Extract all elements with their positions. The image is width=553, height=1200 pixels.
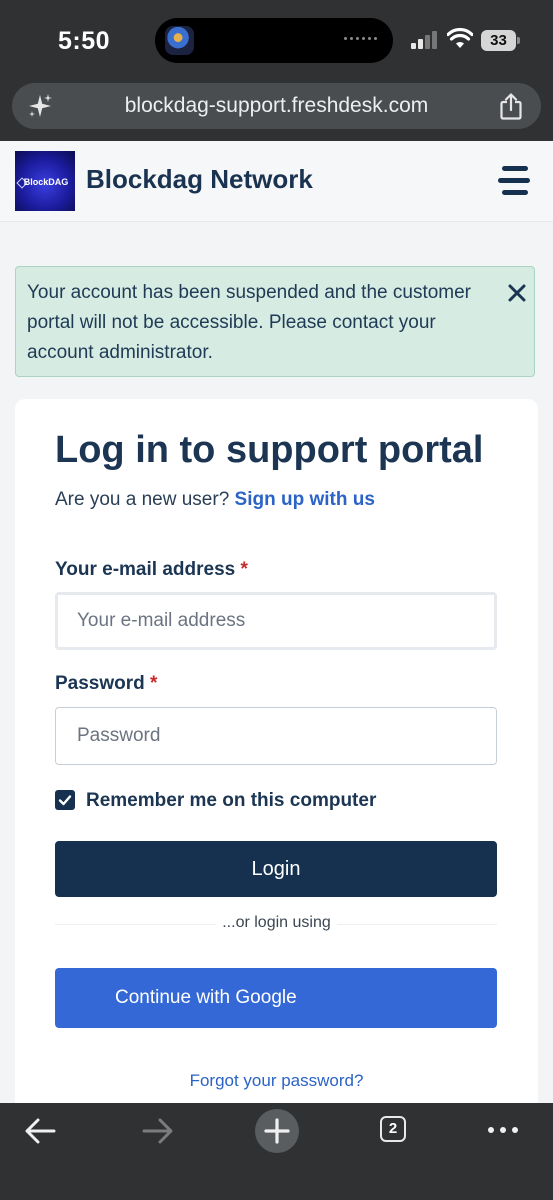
- password-label-text: Password: [55, 673, 145, 694]
- email-label-text: Your e-mail address: [55, 559, 236, 580]
- email-field[interactable]: [55, 592, 497, 650]
- sparkle-icon[interactable]: [27, 93, 53, 119]
- app-activity-icon: [165, 26, 194, 55]
- browser-bottom-toolbar: 2: [0, 1103, 553, 1200]
- battery-indicator: 33: [481, 30, 521, 51]
- new-tab-button[interactable]: [255, 1109, 299, 1153]
- close-icon[interactable]: [508, 284, 526, 302]
- status-time: 5:50: [58, 27, 111, 55]
- required-marker: *: [240, 559, 248, 580]
- forward-arrow-icon[interactable]: [142, 1117, 174, 1145]
- password-field[interactable]: [55, 707, 497, 765]
- login-card: Log in to support portal Are you a new u…: [15, 399, 538, 1119]
- forgot-password-link[interactable]: Forgot your password?: [15, 1071, 538, 1091]
- new-user-prompt: Are you a new user? Sign up with us: [55, 489, 375, 511]
- url-text[interactable]: blockdag-support.freshdesk.com: [72, 83, 481, 129]
- login-button[interactable]: Login: [55, 841, 497, 897]
- continue-with-google-button[interactable]: Continue with Google: [55, 968, 497, 1028]
- hamburger-menu-icon[interactable]: [498, 166, 530, 196]
- cellular-signal-icon: [411, 31, 439, 49]
- status-bar: 5:50 33: [0, 0, 553, 80]
- share-icon[interactable]: [499, 92, 523, 120]
- required-marker: *: [150, 673, 158, 694]
- new-user-text: Are you a new user?: [55, 489, 230, 510]
- remember-me-checkbox[interactable]: [55, 790, 75, 810]
- brand-logo[interactable]: BlockDAG: [15, 151, 75, 211]
- dynamic-island: [155, 18, 393, 63]
- remember-me-label[interactable]: Remember me on this computer: [86, 790, 376, 812]
- or-login-using-text: ...or login using: [216, 914, 337, 931]
- page-title: Log in to support portal: [55, 429, 484, 471]
- address-bar[interactable]: blockdag-support.freshdesk.com: [12, 83, 541, 129]
- password-label: Password *: [55, 673, 157, 695]
- tab-switcher-button[interactable]: 2: [380, 1116, 406, 1142]
- email-label: Your e-mail address *: [55, 559, 248, 581]
- island-activity-dots: [344, 37, 377, 40]
- wifi-icon: [447, 28, 473, 48]
- alert-message: Your account has been suspended and the …: [27, 282, 472, 363]
- back-arrow-icon[interactable]: [24, 1117, 56, 1145]
- browser-top-chrome: 5:50 33 blockdag-support.freshdesk.com: [0, 0, 553, 141]
- more-options-icon[interactable]: [488, 1127, 518, 1133]
- account-suspended-alert: Your account has been suspended and the …: [15, 266, 535, 377]
- signup-link[interactable]: Sign up with us: [235, 489, 375, 510]
- brand-logo-text: BlockDAG: [23, 177, 69, 187]
- or-login-using: ...or login using: [15, 914, 538, 932]
- site-header: BlockDAG Blockdag Network: [0, 141, 553, 222]
- plus-icon: [264, 1118, 290, 1144]
- battery-level: 33: [481, 30, 516, 51]
- site-name[interactable]: Blockdag Network: [86, 164, 313, 195]
- checkmark-icon: [58, 795, 72, 806]
